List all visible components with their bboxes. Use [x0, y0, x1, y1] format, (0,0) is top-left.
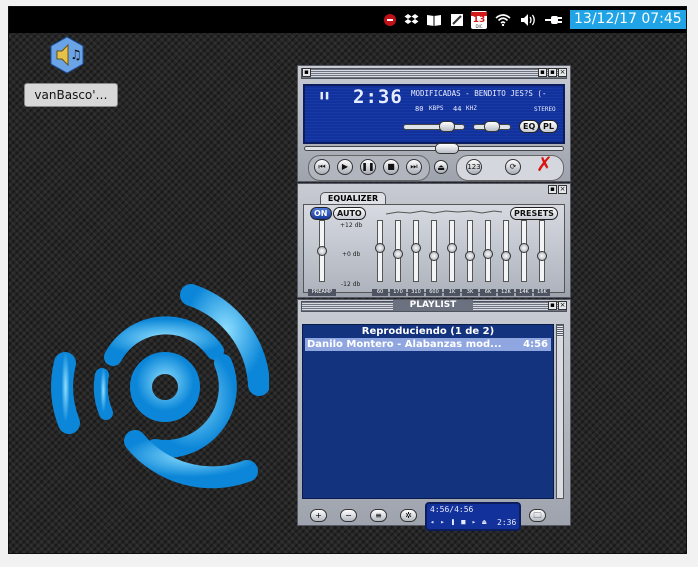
main-titlebar[interactable]: [301, 68, 567, 79]
stereo-indicator: STEREO: [534, 106, 556, 113]
remove-button[interactable]: −: [340, 509, 357, 522]
eq-band-label: 12K: [498, 289, 514, 296]
close-button[interactable]: ×: [558, 68, 567, 77]
record-icon[interactable]: [382, 11, 398, 28]
volume-knob[interactable]: [439, 121, 456, 132]
eq-on-button[interactable]: ON: [310, 207, 332, 220]
mini-time: 4:56/4:56: [430, 505, 474, 514]
eq-auto-button[interactable]: AUTO: [333, 207, 366, 220]
pause-button[interactable]: ❚❚: [360, 159, 376, 175]
winamp-main-window: ▪ ▪ ▪ × ❚❚ 2:36 MODIFICADAS - BENDITO JE…: [297, 65, 571, 182]
pl-shade-button[interactable]: ▪: [548, 301, 557, 310]
song-title-ticker[interactable]: MODIFICADAS - BENDITO JES?S (-: [411, 89, 546, 98]
previous-button[interactable]: ⏮: [314, 159, 330, 175]
winamp-playlist-window: PLAYLIST ▪ × Reproduciendo (1 de 2) Dani…: [297, 299, 571, 531]
eq-band-label: 16K: [534, 289, 550, 296]
preamp-knob[interactable]: [317, 246, 327, 256]
preamp-label: PREAMP: [308, 289, 336, 296]
winamp-equalizer-window: ▪ × EQUALIZER ON AUTO PRESETS +12 db +0 …: [297, 183, 571, 298]
list-options-button[interactable]: 🗀: [529, 509, 546, 522]
repeat-button[interactable]: ⟳: [505, 159, 521, 175]
playlist-item-name: Danilo Montero - Alabanzas mod...: [307, 339, 502, 350]
eq-band-label: 6K: [480, 289, 496, 296]
desktop-icon-label[interactable]: vanBasco'…: [24, 83, 118, 107]
notes-icon[interactable]: [449, 11, 465, 28]
eq-presets-button[interactable]: PRESETS: [510, 207, 558, 220]
minimize-button[interactable]: ▪: [538, 68, 547, 77]
db-mid-label: +0 db: [342, 251, 361, 258]
playlist-scrollbar[interactable]: [556, 324, 564, 499]
volume-icon[interactable]: [519, 11, 537, 28]
pause-indicator-icon: ❚❚: [319, 91, 330, 101]
seek-knob[interactable]: [434, 143, 459, 154]
eq-band-knob[interactable]: [483, 248, 493, 259]
eq-band-label: 1K: [444, 289, 460, 296]
playlist-header: Reproduciendo (1 de 2): [361, 326, 495, 337]
calendar-month: DIC: [475, 23, 483, 29]
mini-elapsed: 2:36: [497, 518, 517, 527]
scrollbar-thumb[interactable]: [557, 325, 563, 337]
stop-button[interactable]: ■: [383, 159, 399, 175]
clock[interactable]: 13/12/17 07:45: [570, 10, 686, 29]
kbps-unit: KBPS: [429, 105, 444, 112]
eq-band-label: 60: [372, 289, 388, 296]
khz-unit: KHZ: [466, 105, 477, 112]
eq-band-label: 170: [390, 289, 406, 296]
mini-transport-icons[interactable]: ◂ ▸ ❚ ■ ▸ ⏏: [430, 518, 487, 526]
eq-band-label: 600: [426, 289, 442, 296]
select-button[interactable]: ≡: [370, 509, 387, 522]
balance-knob[interactable]: [484, 121, 500, 132]
power-plug-icon[interactable]: [544, 11, 564, 28]
ubuntu-studio-logo: [51, 284, 269, 489]
khz-value: 44: [453, 105, 462, 113]
main-display: ❚❚ 2:36 MODIFICADAS - BENDITO JES?S (- 8…: [303, 84, 565, 144]
desktop: 13 DIC 13/12/17 07:45 ♫ vanBasco'… ▪ ▪ ▪…: [9, 7, 686, 553]
db-top-label: +12 db: [340, 222, 363, 229]
eq-band-label: 310: [408, 289, 424, 296]
menu-button[interactable]: ▪: [302, 68, 311, 77]
play-button[interactable]: ▶: [337, 159, 353, 175]
misc-button[interactable]: ✲: [400, 509, 417, 522]
db-bottom-label: -12 db: [341, 281, 361, 288]
shade-button[interactable]: ▪: [548, 68, 557, 77]
eq-curve: [386, 210, 502, 215]
svg-text:♫: ♫: [70, 48, 82, 63]
eq-close-button[interactable]: ×: [558, 185, 567, 194]
time-display[interactable]: 2:36: [353, 86, 403, 108]
pl-close-button[interactable]: ×: [558, 301, 567, 310]
playlist-item-length: 4:56: [523, 339, 548, 350]
next-button[interactable]: ⏭: [406, 159, 422, 175]
eq-band-label: 3K: [462, 289, 478, 296]
close-x-icon[interactable]: ✗: [536, 154, 553, 174]
volume-slider[interactable]: [403, 124, 465, 130]
pl-toggle-button[interactable]: PL: [539, 120, 558, 133]
eq-band-knob[interactable]: [393, 248, 403, 259]
eject-button[interactable]: ⏏: [434, 160, 448, 174]
eq-band-label: 14K: [516, 289, 532, 296]
calendar-icon[interactable]: 13 DIC: [471, 11, 487, 29]
speaker-music-icon: ♫: [50, 36, 84, 74]
playlist-area[interactable]: Reproduciendo (1 de 2) Danilo Montero - …: [302, 324, 554, 499]
playlist-title: PLAYLIST: [393, 300, 473, 311]
book-icon[interactable]: [425, 11, 443, 28]
eq-shade-button[interactable]: ▪: [548, 185, 557, 194]
mini-display: 4:56/4:56 ◂ ▸ ❚ ■ ▸ ⏏ 2:36: [425, 502, 521, 531]
playlist-item[interactable]: Danilo Montero - Alabanzas mod... 4:56: [305, 338, 551, 351]
add-button[interactable]: +: [310, 509, 327, 522]
dropbox-icon[interactable]: [403, 11, 419, 28]
wifi-icon[interactable]: [494, 11, 512, 28]
shuffle-button[interactable]: 123: [466, 159, 482, 175]
top-panel: 13 DIC 13/12/17 07:45: [9, 7, 686, 33]
vanbasco-desktop-icon[interactable]: ♫: [47, 35, 87, 75]
kbps-value: 80: [415, 105, 424, 113]
eq-toggle-button[interactable]: EQ: [519, 120, 540, 133]
